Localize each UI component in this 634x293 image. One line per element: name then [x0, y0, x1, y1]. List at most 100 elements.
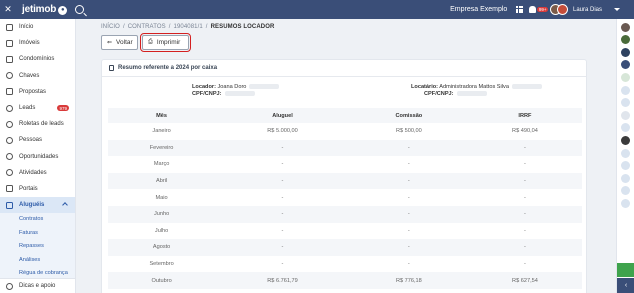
- whatsapp-button[interactable]: [617, 263, 634, 277]
- sidebar-item-chaves[interactable]: Chaves: [0, 68, 75, 84]
- house-icon: [6, 39, 13, 47]
- leads-badge: 979: [57, 105, 69, 112]
- sidebar-item-inicio[interactable]: Início: [0, 19, 75, 35]
- table-cell: Setembro: [149, 261, 174, 268]
- table-cell: -: [215, 172, 350, 190]
- sidebar-subitem-faturas[interactable]: Faturas: [0, 227, 75, 241]
- breadcrumb-contratos[interactable]: CONTRATOS: [128, 24, 166, 30]
- share-icon: [6, 104, 13, 112]
- printer-icon: ⎙: [148, 39, 153, 45]
- collapse-rail-button[interactable]: ‹: [617, 278, 634, 293]
- breadcrumb-contract-id[interactable]: 1904081/1: [174, 24, 203, 30]
- back-button[interactable]: ⇐ Voltar: [101, 35, 138, 50]
- table-cell: Agosto: [108, 239, 216, 256]
- sidebar-item-atividades[interactable]: Atividades: [0, 165, 75, 181]
- card-title: Resumo referente a 2024 por caixa: [118, 65, 218, 71]
- breadcrumb-inicio[interactable]: INÍCIO: [101, 24, 120, 30]
- table-row: Abril - - -: [108, 172, 582, 190]
- table-row: Julho - - -: [108, 223, 582, 240]
- people-icon: [6, 136, 13, 144]
- help-link[interactable]: Dicas e apoio: [0, 278, 75, 293]
- avatar[interactable]: [621, 47, 630, 57]
- avatar[interactable]: [621, 198, 630, 208]
- sidebar-item-portais[interactable]: Portais: [0, 181, 75, 197]
- avatar[interactable]: [621, 35, 630, 45]
- table-cell: Julho: [154, 227, 169, 234]
- key-icon: [6, 72, 13, 80]
- table-cell: -: [281, 161, 284, 168]
- table-cell: Fevereiro: [108, 139, 216, 157]
- card-header: Resumo referente a 2024 por caixa: [102, 60, 586, 77]
- landlord-info: Locador: Joana Doro CPF/CNPJ:: [102, 84, 344, 108]
- check-circle-icon: [6, 169, 13, 177]
- avatar[interactable]: [621, 60, 630, 70]
- sidebar-item-leads[interactable]: Leads 979: [0, 100, 75, 116]
- grid-icon: [6, 23, 13, 31]
- table-cell: -: [349, 239, 468, 256]
- user-name[interactable]: Laura Dias: [573, 7, 602, 13]
- summary-table: Mês Aluguel Comissão IRRF Janeiro R$ 5.00…: [108, 108, 582, 289]
- sidebar-item-condominios[interactable]: Condomínios: [0, 51, 75, 67]
- sidebar-item-alugueis[interactable]: Aluguéis: [0, 197, 75, 214]
- table-cell: -: [349, 139, 468, 157]
- sidebar-item-pessoas[interactable]: Pessoas: [0, 132, 75, 148]
- sidebar-item-roletas[interactable]: Roletas de leads: [0, 116, 75, 132]
- table-cell: Janeiro: [152, 128, 171, 135]
- logo[interactable]: jetimob ●: [22, 4, 68, 15]
- redacted-field: [249, 84, 280, 89]
- company-name[interactable]: Empresa Exemplo: [450, 6, 507, 13]
- target-icon: [6, 153, 13, 161]
- avatar[interactable]: [621, 148, 630, 158]
- avatar[interactable]: [621, 161, 630, 171]
- avatar[interactable]: [621, 186, 630, 196]
- table-cell: -: [524, 227, 526, 234]
- megaphone-icon: [6, 185, 13, 193]
- redacted-field: [224, 91, 255, 96]
- sidebar-subitem-contratos[interactable]: Contratos: [0, 213, 75, 227]
- tenant-info: Locatário: Administradora Mattos Silva C…: [344, 84, 586, 108]
- pen-icon: [6, 88, 13, 96]
- table-cell: Março: [153, 161, 170, 168]
- table-cell: -: [407, 261, 410, 268]
- main-content: INÍCIO / CONTRATOS/1904081/1/RESUMOS LOCAD…: [76, 19, 616, 293]
- table-row: Março - - -: [108, 156, 582, 173]
- avatar[interactable]: [621, 135, 630, 145]
- building-icon: [6, 55, 13, 63]
- top-bar: ✕ jetimob ● Empresa Exemplo 99+ Laura Dia…: [0, 0, 634, 19]
- table-cell: -: [407, 227, 410, 234]
- table-row: Setembro - - -: [108, 256, 582, 273]
- chevron-down-icon[interactable]: [614, 8, 620, 11]
- redacted-field: [511, 84, 542, 89]
- apps-grid-icon[interactable]: [516, 6, 524, 13]
- document-icon: [109, 65, 114, 71]
- avatar[interactable]: [621, 123, 630, 133]
- table-cell: -: [281, 227, 284, 234]
- table-cell: R$ 5.000,00: [267, 128, 298, 135]
- search-icon[interactable]: [75, 5, 85, 14]
- print-button[interactable]: ⎙ Imprimir: [140, 33, 191, 52]
- avatar[interactable]: [621, 72, 630, 82]
- help-icon: [6, 282, 13, 290]
- sidebar-item-imoveis[interactable]: Imóveis: [0, 35, 75, 51]
- close-menu-icon[interactable]: ✕: [0, 4, 16, 15]
- table-cell: R$ 500,00: [395, 128, 422, 135]
- avatar[interactable]: [621, 85, 630, 95]
- sidebar-item-oportunidades[interactable]: Oportunidades: [0, 149, 75, 165]
- sidebar-item-propostas[interactable]: Propostas: [0, 84, 75, 100]
- avatar[interactable]: [621, 110, 630, 120]
- table-cell: -: [467, 239, 582, 256]
- sidebar-subitem-repasses[interactable]: Repasses: [0, 240, 75, 254]
- avatar[interactable]: [621, 173, 630, 183]
- avatar[interactable]: [621, 22, 630, 32]
- avatar[interactable]: [621, 98, 630, 108]
- avatar-secondary: [556, 4, 568, 15]
- table-cell: -: [281, 194, 284, 201]
- sidebar-subitem-analises[interactable]: Análises: [0, 254, 75, 268]
- table-cell: -: [407, 194, 410, 201]
- column-header: Aluguel: [215, 108, 350, 123]
- table-row: Janeiro R$ 5.000,00 R$ 500,00 R$ 490,04: [108, 123, 582, 140]
- parties-info: Locador: Joana Doro CPF/CNPJ: Locatário:…: [102, 84, 586, 108]
- table-cell: -: [467, 172, 582, 190]
- table-header-row: Mês Aluguel Comissão IRRF: [108, 108, 582, 123]
- bell-icon[interactable]: [529, 6, 537, 13]
